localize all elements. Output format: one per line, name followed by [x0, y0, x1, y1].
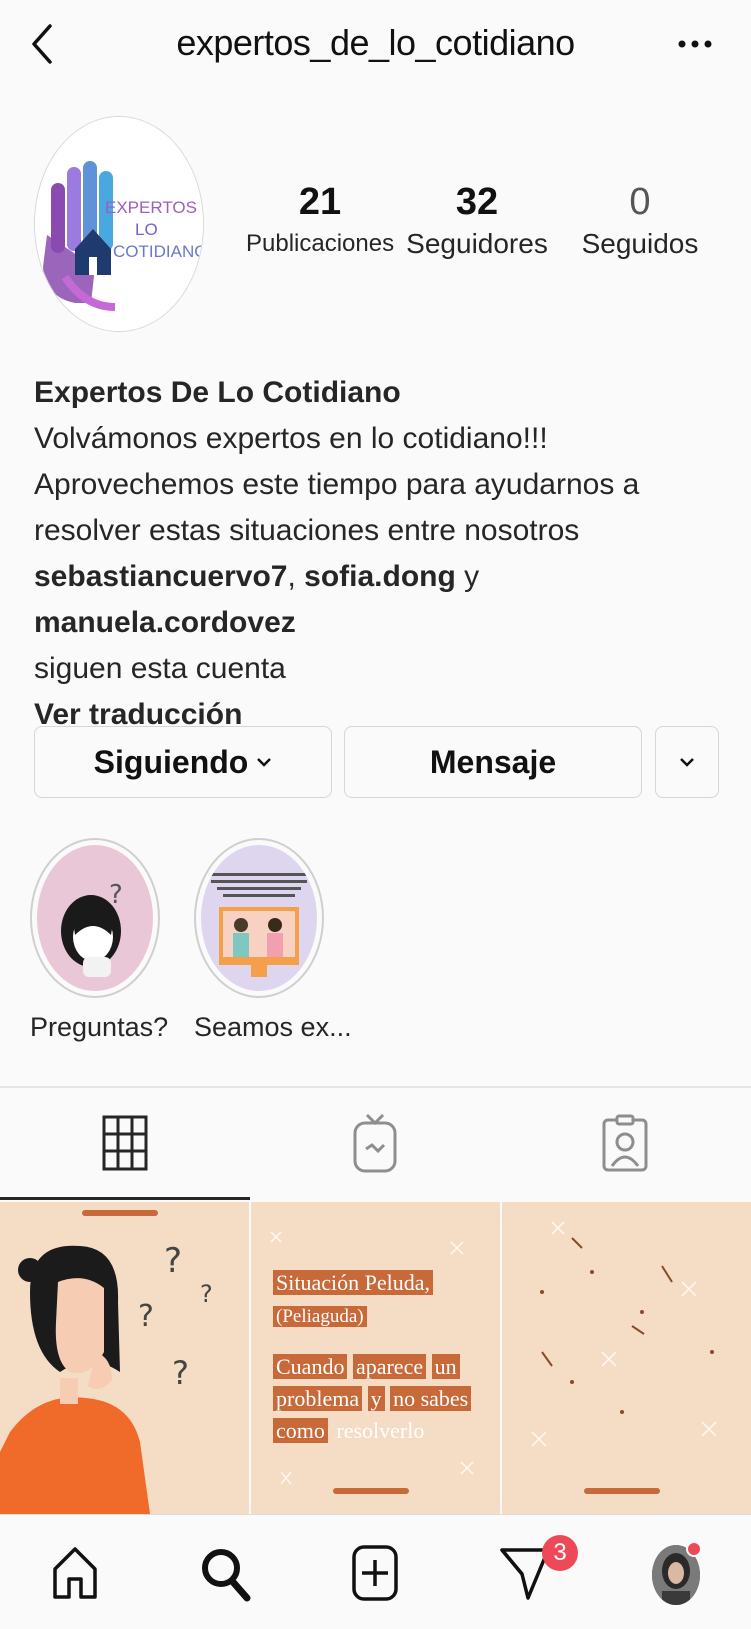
- svg-text:COTIDIANO: COTIDIANO: [113, 242, 204, 261]
- svg-text:?: ?: [164, 1241, 182, 1281]
- post-caption-title: Situación Peluda,: [273, 1268, 433, 1298]
- suggested-accounts-button[interactable]: [655, 726, 719, 798]
- more-options-icon[interactable]: [677, 38, 713, 50]
- bio-line: resolver estas situaciones entre nosotro…: [34, 514, 580, 547]
- profile-tabs: [0, 1088, 751, 1200]
- message-button[interactable]: Mensaje: [344, 726, 642, 798]
- bio-line: Aprovechemos este tiempo para ayudarnos …: [34, 468, 640, 501]
- igtv-icon: [353, 1113, 397, 1173]
- message-button-label: Mensaje: [429, 743, 557, 780]
- grid-icon: [102, 1115, 148, 1170]
- post-caption-line: problema y no sabes: [273, 1384, 472, 1414]
- home-icon: [53, 1546, 97, 1599]
- highlight-label: Seamos ex...: [194, 1012, 352, 1042]
- following-button[interactable]: Siguiendo: [34, 726, 332, 798]
- following-button-label: Siguiendo: [93, 743, 249, 780]
- profile-bio: Expertos De Lo Cotidiano Volvámonos expe…: [34, 370, 724, 738]
- chevron-down-icon: [257, 758, 272, 767]
- followed-by-separator: ,: [287, 560, 305, 593]
- brand-logo: EXPERTOS DE LO COTIDIANO: [35, 117, 204, 331]
- nav-search[interactable]: [150, 1515, 300, 1629]
- chevron-down-icon: [680, 758, 694, 767]
- highlight-item[interactable]: Seamos ex...: [194, 838, 352, 1043]
- post-thumbnail[interactable]: [502, 1202, 751, 1514]
- svg-text:LO: LO: [135, 220, 158, 239]
- profile-avatar[interactable]: EXPERTOS DE LO COTIDIANO: [34, 116, 204, 332]
- sparkle-pattern-image: [502, 1202, 751, 1514]
- svg-text:?: ?: [109, 880, 123, 910]
- svg-text:?: ?: [172, 1354, 189, 1392]
- nav-new-post[interactable]: [300, 1515, 450, 1629]
- thinking-woman-illustration: ? ? ? ?: [0, 1202, 249, 1514]
- tagged-user-icon: [602, 1114, 648, 1172]
- highlight-ring: ?: [30, 838, 160, 998]
- post-caption-subtitle: (Peliaguda): [273, 1302, 367, 1332]
- stat-following[interactable]: 0 Seguidos: [570, 178, 710, 262]
- followers-label: Seguidores: [406, 228, 548, 259]
- notification-badge: 3: [542, 1535, 578, 1571]
- following-label: Seguidos: [581, 228, 699, 259]
- followed-by-suffix: siguen esta cuenta: [34, 652, 286, 685]
- followed-by-separator: y: [455, 560, 480, 593]
- highlight-item[interactable]: ? Preguntas?: [30, 838, 169, 1043]
- highlight-label: Preguntas?: [30, 1012, 169, 1042]
- thinking-girl-image: ?: [37, 845, 153, 991]
- follower-link[interactable]: sofia.dong: [304, 560, 456, 593]
- posts-count: 21: [298, 181, 342, 223]
- profile-display-name: Expertos De Lo Cotidiano: [34, 376, 401, 409]
- search-icon: [202, 1548, 251, 1601]
- nav-direct[interactable]: [450, 1515, 600, 1629]
- tab-tagged[interactable]: [500, 1088, 750, 1200]
- stat-followers[interactable]: 32 Seguidores: [402, 178, 552, 262]
- bottom-navigation: 3: [0, 1514, 751, 1629]
- follower-link[interactable]: manuela.cordovez: [34, 606, 296, 639]
- post-caption-line: como resolverlo: [273, 1416, 427, 1446]
- followers-count: 32: [455, 181, 499, 223]
- post-thumbnail[interactable]: ? ? ? ?: [0, 1202, 249, 1514]
- following-count: 0: [629, 181, 651, 223]
- svg-text:?: ?: [200, 1280, 213, 1308]
- post-caption-line: Cuando aparece un: [273, 1352, 460, 1382]
- svg-text:EXPERTOS DE: EXPERTOS DE: [105, 198, 204, 217]
- profile-username: expertos_de_lo_cotidiano: [176, 22, 575, 63]
- followed-by: sebastiancuervo7, sofia.dong y manuela.c…: [34, 554, 724, 646]
- highlight-cover-image: [201, 845, 317, 991]
- follower-link[interactable]: sebastiancuervo7: [34, 560, 287, 593]
- svg-text:?: ?: [138, 1299, 154, 1334]
- tab-igtv[interactable]: [250, 1088, 500, 1200]
- post-thumbnail[interactable]: Situación Peluda, (Peliaguda) Cuando apa…: [251, 1202, 500, 1514]
- bio-line: Volvámonos expertos en lo cotidiano!!!: [34, 422, 548, 455]
- add-post-icon: [352, 1544, 398, 1601]
- computer-screen-image: [201, 845, 317, 991]
- highlight-ring: [194, 838, 324, 998]
- tab-posts-grid[interactable]: [0, 1088, 250, 1200]
- nav-home[interactable]: [0, 1515, 150, 1629]
- posts-label: Publicaciones: [246, 230, 395, 257]
- profile-header: expertos_de_lo_cotidiano: [0, 0, 751, 90]
- stat-posts[interactable]: 21 Publicaciones: [246, 178, 394, 262]
- highlight-cover-image: ?: [37, 845, 153, 991]
- activity-dot: [686, 1541, 702, 1557]
- posts-grid: ? ? ? ? Situación Peluda, (Peliaguda) Cu…: [0, 1202, 751, 1514]
